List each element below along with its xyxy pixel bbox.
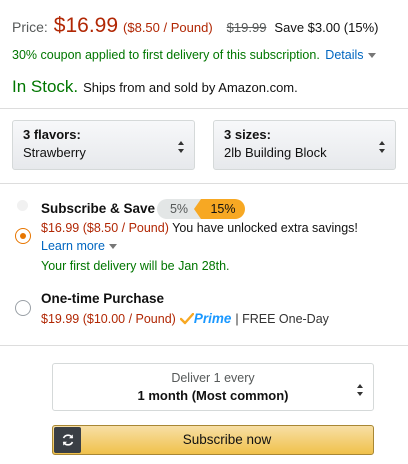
price-row: Price: $16.99 ($8.50 / Pound) $19.99 Sav… [12,14,379,44]
ships-from-text: Ships from and sold by Amazon.com. [83,80,298,95]
one-time-purchase-title[interactable]: One-time Purchase [41,291,164,306]
up-down-arrows-icon [177,141,185,153]
flavor-select-value: Strawberry [23,145,86,160]
tier-15-percent: 15% [194,199,245,219]
chevron-down-icon[interactable] [367,53,376,59]
stock-status: In Stock. [12,77,79,96]
learn-more-label[interactable]: Learn more [41,239,105,253]
radio-shadow [17,200,28,211]
up-down-arrows-icon [378,141,386,153]
up-down-arrows-icon [356,384,364,396]
learn-more-link[interactable]: Learn more [41,239,117,253]
refresh-icon [54,427,81,453]
prime-check-icon [179,312,194,324]
one-time-purchase-radio[interactable] [15,300,31,316]
divider [0,345,408,346]
discount-tier-badge: 5% 15% [157,199,245,219]
details-label[interactable]: Details [325,48,363,62]
current-price: $16.99 [53,14,119,37]
delivery-frequency-label: Deliver 1 every [171,371,255,385]
divider [0,108,408,109]
prime-badge: Prime [179,311,232,326]
savings-text: Save $3.00 (15%) [274,20,379,35]
flavor-select[interactable]: 3 flavors: Strawberry [12,120,195,170]
unit-price: ($8.50 / Pound) [123,20,213,35]
subscribe-now-button[interactable]: Subscribe now [52,425,374,455]
delivery-frequency-select[interactable]: Deliver 1 every 1 month (Most common) [52,363,374,411]
shipping-text: | FREE One-Day [235,311,329,326]
coupon-row: 30% coupon applied to first delivery of … [12,48,376,62]
subscribe-save-price: $16.99 ($8.50 / Pound) [41,221,169,235]
details-link[interactable]: Details [325,48,376,62]
price-label: Price: [12,19,48,35]
size-select-value: 2lb Building Block [224,145,327,160]
chevron-down-icon[interactable] [108,244,117,250]
flavor-select-label: 3 flavors: [23,127,81,142]
one-time-price-row: $19.99 ($10.00 / Pound) Prime | FREE One… [41,311,329,326]
one-time-price: $19.99 ($10.00 / Pound) [41,311,176,326]
subscribe-save-price-row: $16.99 ($8.50 / Pound) You have unlocked… [41,221,358,235]
divider [0,183,408,184]
first-delivery-text: Your first delivery will be Jan 28th. [41,259,230,273]
prime-label: Prime [193,311,232,326]
unlock-text: You have unlocked extra savings! [172,221,358,235]
delivery-frequency-value: 1 month (Most common) [137,388,289,403]
list-price: $19.99 [226,20,267,35]
subscribe-save-title[interactable]: Subscribe & Save [41,201,155,216]
availability-row: In Stock. Ships from and sold by Amazon.… [12,77,298,97]
subscribe-save-radio[interactable] [15,228,31,244]
size-select-label: 3 sizes: [224,127,271,142]
size-select[interactable]: 3 sizes: 2lb Building Block [213,120,396,170]
coupon-text: 30% coupon applied to first delivery of … [12,48,320,62]
subscribe-now-label[interactable]: Subscribe now [81,426,373,454]
